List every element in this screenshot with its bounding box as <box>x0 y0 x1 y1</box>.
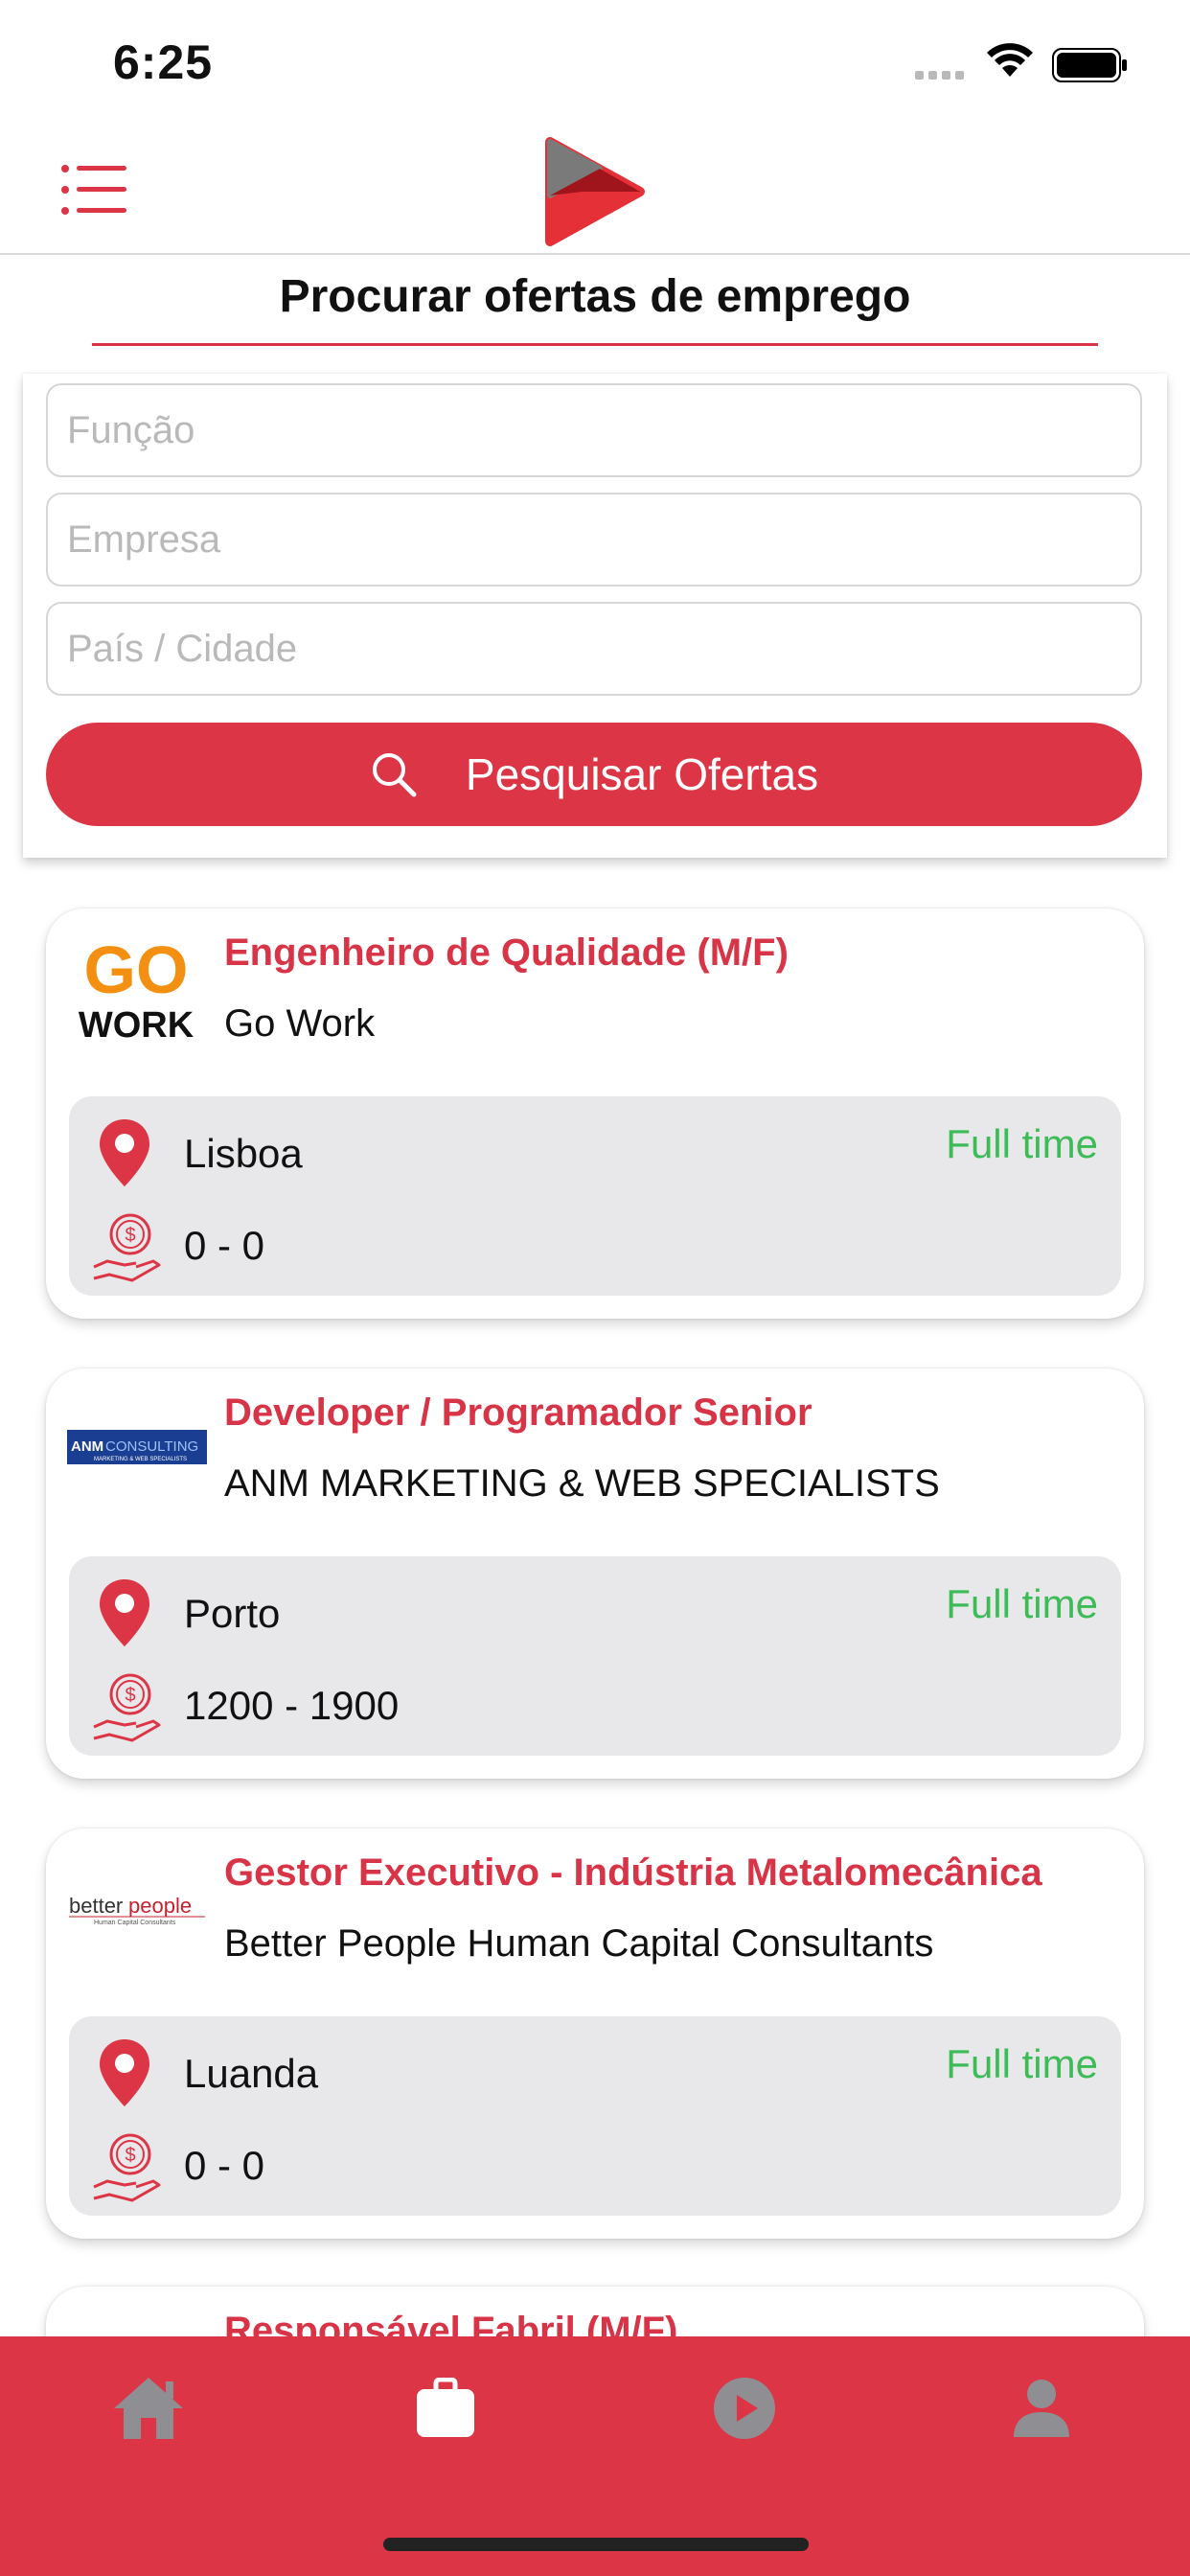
battery-icon <box>1052 48 1127 82</box>
job-title: Engenheiro de Qualidade (M/F) <box>224 932 789 974</box>
tab-profile[interactable] <box>989 2356 1094 2461</box>
location-pin-icon <box>100 2039 149 2106</box>
job-details: Luanda $ 0 - 0 Full time <box>69 2016 1121 2216</box>
title-underline <box>92 343 1098 346</box>
svg-text:people: people <box>128 1894 192 1918</box>
status-bar: 6:25 <box>0 0 1190 125</box>
svg-text:$: $ <box>125 1685 135 1706</box>
svg-text:MARKETING & WEB SPECIALISTS: MARKETING & WEB SPECIALISTS <box>94 1457 187 1462</box>
navigation-bar <box>0 125 1190 255</box>
job-location: Porto <box>184 1591 281 1636</box>
play-icon <box>714 2378 775 2439</box>
job-company: ANM MARKETING & WEB SPECIALISTS <box>224 1462 940 1505</box>
job-card[interactable]: GO WORK Engenheiro de Qualidade (M/F) Go… <box>46 908 1144 1319</box>
job-salary: 1200 - 1900 <box>184 1683 400 1728</box>
svg-text:GO: GO <box>84 937 189 1007</box>
location-pin-icon <box>100 1119 149 1186</box>
search-icon <box>372 753 417 797</box>
job-company: Better People Human Capital Consultants <box>224 1922 934 1965</box>
svg-text:Human Capital Consultants: Human Capital Consultants <box>94 1920 176 1926</box>
page-title: Procurar ofertas de emprego <box>279 271 911 322</box>
search-button[interactable]: Pesquisar Ofertas <box>46 723 1142 826</box>
home-icon <box>114 2378 183 2439</box>
job-title: Developer / Programador Senior <box>224 1392 812 1434</box>
svg-text:$: $ <box>125 1225 135 1246</box>
salary-icon: $ <box>93 2133 161 2202</box>
wifi-icon <box>987 43 1033 77</box>
company-logo-gowork: GO WORK <box>79 937 195 1043</box>
salary-icon: $ <box>93 1213 161 1282</box>
job-title: Gestor Executivo - Indústria Metalomecân… <box>224 1852 1042 1894</box>
job-details: Porto $ 1200 - 1900 Full time <box>69 1556 1121 1756</box>
company-input[interactable] <box>46 493 1142 586</box>
job-salary: 0 - 0 <box>184 2143 265 2188</box>
company-logo-anm: ANM CONSULTING MARKETING & WEB SPECIALIS… <box>67 1430 207 1464</box>
location-pin-icon <box>100 1579 149 1646</box>
job-type: Full time <box>946 1581 1098 1626</box>
job-salary: 0 - 0 <box>184 1223 265 1268</box>
salary-icon: $ <box>93 1673 161 1742</box>
job-card[interactable]: better people Human Capital Consultants … <box>46 1828 1144 2239</box>
location-input[interactable] <box>46 602 1142 696</box>
job-details: Lisboa $ 0 - 0 Full time <box>69 1096 1121 1296</box>
tab-videos[interactable] <box>692 2356 797 2461</box>
svg-text:$: $ <box>125 2145 135 2166</box>
job-company: Go Work <box>224 1002 376 1045</box>
search-panel: Pesquisar Ofertas <box>23 374 1167 858</box>
job-location: Luanda <box>184 2051 319 2096</box>
role-input[interactable] <box>46 383 1142 477</box>
svg-text:CONSULTING: CONSULTING <box>105 1438 198 1455</box>
tab-home[interactable] <box>96 2356 201 2461</box>
job-card[interactable]: ANM CONSULTING MARKETING & WEB SPECIALIS… <box>46 1368 1144 1779</box>
company-logo-betterpeople: better people Human Capital Consultants <box>69 1894 205 1926</box>
briefcase-icon <box>417 2378 474 2437</box>
tab-jobs[interactable] <box>393 2356 498 2461</box>
job-type: Full time <box>946 2041 1098 2086</box>
status-time: 6:25 <box>113 35 214 89</box>
svg-text:WORK: WORK <box>79 1005 195 1043</box>
job-type: Full time <box>946 1121 1098 1166</box>
svg-text:ANM: ANM <box>71 1438 103 1455</box>
user-icon <box>1014 2380 1069 2437</box>
menu-icon[interactable] <box>59 163 128 217</box>
home-indicator[interactable] <box>383 2538 809 2551</box>
search-button-label: Pesquisar Ofertas <box>465 749 819 799</box>
svg-text:better: better <box>69 1894 123 1918</box>
app-logo <box>545 137 645 246</box>
signal-icon <box>915 67 969 84</box>
job-location: Lisboa <box>184 1131 303 1176</box>
